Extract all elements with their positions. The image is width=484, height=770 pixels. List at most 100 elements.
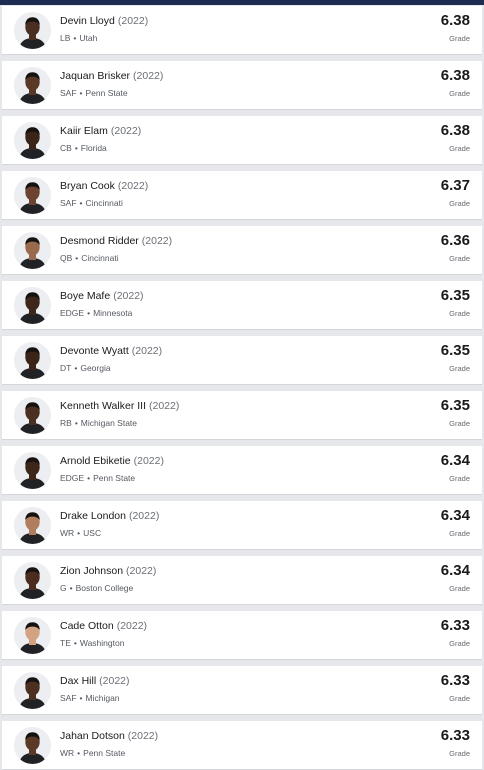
player-row[interactable]: Boye Mafe (2022) EDGE • Minnesota 6.35 Grade: [2, 281, 482, 330]
separator-dot: •: [74, 418, 78, 428]
separator-dot: •: [79, 88, 83, 98]
grade-value: 6.34: [440, 562, 470, 579]
player-position: SAF: [60, 198, 77, 208]
player-headshot-avatar: [14, 452, 51, 489]
grade-label: Grade: [449, 694, 470, 703]
draft-year: (2022): [131, 345, 163, 357]
player-meta-line: EDGE • Minnesota: [60, 308, 132, 318]
player-row[interactable]: Devonte Wyatt (2022) DT • Georgia 6.35 Grade: [2, 336, 482, 385]
player-name-line: Cade Otton (2022): [60, 620, 147, 632]
draft-year: (2022): [126, 565, 157, 577]
player-headshot-avatar: [14, 67, 51, 104]
player-name: Dax Hill: [60, 675, 97, 687]
grade-label: Grade: [449, 529, 470, 538]
grade-value: 6.34: [440, 452, 470, 469]
player-row[interactable]: Cade Otton (2022) TE • Washington 6.33 Grade: [2, 611, 482, 660]
grade-value: 6.37: [440, 177, 470, 194]
draft-year: (2022): [133, 455, 164, 467]
player-name-line: Arnold Ebiketie (2022): [60, 455, 164, 467]
player-row[interactable]: Zion Johnson (2022) G • Boston College 6.34 Gr…: [2, 556, 482, 605]
grade-value: 6.38: [440, 122, 470, 139]
grade-value: 6.36: [440, 232, 470, 249]
player-headshot-avatar: [14, 177, 51, 214]
player-row[interactable]: Desmond Ridder (2022) QB • Cincinnati 6.36 Gra…: [2, 226, 482, 275]
player-meta-line: DT • Georgia: [60, 363, 111, 373]
player-position: CB: [60, 143, 72, 153]
separator-dot: •: [73, 33, 77, 43]
grade-label: Grade: [449, 364, 470, 373]
player-row[interactable]: Dax Hill (2022) SAF • Michigan 6.33 Grade: [2, 666, 482, 715]
player-row[interactable]: Kenneth Walker III (2022) RB • Michigan Stat…: [2, 391, 482, 440]
player-name-line: Boye Mafe (2022): [60, 290, 144, 302]
draft-year: (2022): [113, 290, 144, 302]
draft-year: (2022): [148, 400, 180, 412]
separator-dot: •: [79, 198, 83, 208]
player-name: Drake London: [60, 510, 126, 522]
player-meta-line: WR • USC: [60, 528, 101, 538]
player-headshot-avatar: [14, 562, 51, 599]
player-headshot-avatar: [14, 672, 51, 709]
player-name: Devonte Wyatt: [60, 345, 129, 357]
separator-dot: •: [87, 308, 91, 318]
player-school: Penn State: [93, 473, 136, 483]
player-school: Michigan State: [80, 418, 138, 428]
player-name-line: Drake London (2022): [60, 510, 159, 522]
separator-dot: •: [77, 528, 81, 538]
draft-year: (2022): [116, 620, 148, 632]
player-name-line: Jaquan Brisker (2022): [60, 70, 163, 82]
grade-label: Grade: [449, 419, 470, 428]
player-headshot-avatar: [14, 397, 51, 434]
player-headshot-avatar: [14, 232, 51, 269]
draft-year: (2022): [128, 510, 160, 522]
player-school: Minnesota: [93, 308, 133, 318]
player-name-line: Dax Hill (2022): [60, 675, 130, 687]
player-position: EDGE: [60, 308, 85, 318]
player-row[interactable]: Jahan Dotson (2022) WR • Penn State 6.33 Grade: [2, 721, 482, 770]
player-row[interactable]: Bryan Cook (2022) SAF • Cincinnati 6.37 Grade: [2, 171, 482, 220]
separator-dot: •: [74, 143, 78, 153]
separator-dot: •: [69, 583, 73, 593]
player-meta-line: SAF • Penn State: [60, 88, 128, 98]
grade-label: Grade: [449, 144, 470, 153]
player-position: LB: [60, 33, 71, 43]
player-row[interactable]: Kaiir Elam (2022) CB • Florida 6.38 Grade: [2, 116, 482, 165]
player-row[interactable]: Jaquan Brisker (2022) SAF • Penn State 6.38 Gr…: [2, 61, 482, 110]
player-school: Cincinnati: [85, 198, 123, 208]
player-name-line: Desmond Ridder (2022): [60, 235, 172, 247]
player-row[interactable]: Drake London (2022) WR • USC 6.34 Grade: [2, 501, 482, 550]
grade-value: 6.33: [440, 617, 470, 634]
player-position: G: [60, 583, 67, 593]
grade-value: 6.35: [440, 342, 470, 359]
grade-label: Grade: [449, 89, 470, 98]
player-meta-line: SAF • Michigan: [60, 693, 120, 703]
player-position: SAF: [60, 88, 77, 98]
separator-dot: •: [74, 363, 78, 373]
draft-year: (2022): [141, 235, 173, 247]
player-name-line: Devonte Wyatt (2022): [60, 345, 162, 357]
separator-dot: •: [73, 638, 77, 648]
player-position: SAF: [60, 693, 77, 703]
top-header-bar: [0, 0, 484, 5]
player-position: EDGE: [60, 473, 85, 483]
player-row[interactable]: Devin Lloyd (2022) LB • Utah 6.38 Grade: [2, 6, 482, 55]
player-position: WR: [60, 528, 75, 538]
player-headshot-avatar: [14, 617, 51, 654]
player-position: QB: [60, 253, 73, 263]
player-school: Boston College: [75, 583, 134, 593]
player-meta-line: G • Boston College: [60, 583, 133, 593]
player-meta-line: CB • Florida: [60, 143, 107, 153]
player-name: Cade Otton: [60, 620, 114, 632]
draft-year: (2022): [110, 125, 142, 137]
grade-label: Grade: [449, 584, 470, 593]
player-name-line: Kenneth Walker III (2022): [60, 400, 179, 412]
player-name: Bryan Cook: [60, 180, 115, 192]
player-school: Washington: [79, 638, 125, 648]
player-name: Zion Johnson: [60, 565, 124, 577]
draft-year: (2022): [133, 70, 164, 82]
draft-year: (2022): [117, 15, 149, 27]
grade-value: 6.33: [440, 727, 470, 744]
player-school: Cincinnati: [81, 253, 119, 263]
grade-label: Grade: [449, 309, 470, 318]
player-row[interactable]: Arnold Ebiketie (2022) EDGE • Penn State 6.34…: [2, 446, 482, 495]
player-name: Jahan Dotson: [60, 730, 125, 742]
